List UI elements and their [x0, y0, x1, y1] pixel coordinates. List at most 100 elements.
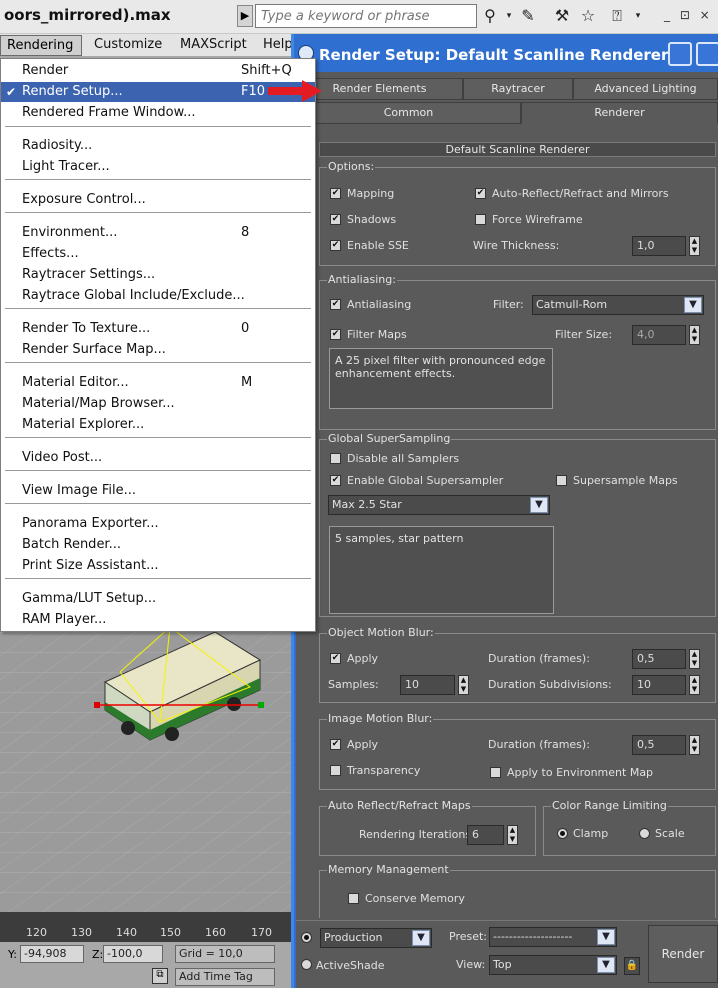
apply-env-map-checkbox[interactable]	[490, 767, 501, 778]
lock-icon[interactable]: 🔒	[624, 957, 640, 975]
chevron-down-icon[interactable]: ▼	[412, 930, 430, 946]
render-button[interactable]: Render	[648, 925, 718, 983]
menu-item[interactable]: Panorama Exporter...	[1, 514, 315, 534]
subdivisions-spinner[interactable]: 10	[632, 675, 686, 695]
perspective-viewport[interactable]	[0, 632, 292, 912]
subdivisions-spin-arrows[interactable]: ▲ ▼	[689, 675, 700, 695]
menu-item[interactable]: Material/Map Browser...	[1, 394, 315, 414]
menu-item[interactable]: Material Explorer...	[1, 415, 315, 435]
z-coordinate-field[interactable]: -100,0	[103, 945, 163, 963]
menu-separator	[5, 212, 311, 213]
chevron-down-icon[interactable]: ▼	[684, 297, 702, 313]
menu-item[interactable]: RAM Player...	[1, 610, 315, 630]
preset-dropdown[interactable]: -------------------- ▼	[489, 927, 617, 947]
rendering-iterations-spin-arrows[interactable]: ▲ ▼	[507, 825, 518, 845]
menu-item-label: Rendered Frame Window...	[22, 105, 196, 120]
menu-item[interactable]: Raytracer Settings...	[1, 265, 315, 285]
chevron-down-icon[interactable]: ▼	[597, 957, 615, 973]
production-radio[interactable]	[301, 932, 312, 943]
chevron-down-icon[interactable]: ▼	[597, 929, 615, 945]
y-coordinate-field[interactable]: -94,908	[20, 945, 84, 963]
conserve-memory-checkbox[interactable]	[348, 893, 359, 904]
view-dropdown[interactable]: Top ▼	[489, 955, 617, 975]
menu-help[interactable]: Help	[263, 37, 293, 52]
play-arrow-icon[interactable]: ▶	[237, 5, 253, 27]
menu-item[interactable]: View Image File...	[1, 481, 315, 501]
star-icon[interactable]: ☆	[578, 7, 598, 25]
view-value: Top	[493, 958, 512, 971]
object-blur-duration-spinner[interactable]: 0,5	[632, 649, 686, 669]
help-chevron-icon[interactable]: ▾	[628, 7, 648, 25]
maximize-button[interactable]	[696, 42, 718, 66]
tab-common[interactable]: Common	[296, 102, 521, 124]
tab-advanced-lighting[interactable]: Advanced Lighting	[573, 78, 718, 100]
enable-global-supersampler-label: Enable Global Supersampler	[347, 474, 504, 487]
menu-item[interactable]: Environment... 8	[1, 223, 315, 243]
antialiasing-checkbox[interactable]: ✔	[330, 299, 341, 310]
viewport-grid	[0, 632, 292, 912]
window-controls[interactable]: _ ⊡ ×	[664, 8, 713, 22]
time-tag-icon[interactable]: ⧉	[152, 968, 168, 984]
help-icon[interactable]: ⍰	[607, 7, 627, 25]
tab-renderer[interactable]: Renderer	[521, 102, 718, 124]
menu-item[interactable]: Effects...	[1, 244, 315, 264]
image-blur-duration-spinner[interactable]: 0,5	[632, 735, 686, 755]
menu-item[interactable]: Video Post...	[1, 448, 315, 468]
supersample-maps-checkbox[interactable]	[556, 475, 567, 486]
rendering-iterations-spinner[interactable]: 6	[467, 825, 504, 845]
search-input[interactable]	[255, 4, 477, 28]
menu-item[interactable]: Render To Texture... 0	[1, 319, 315, 339]
object-blur-apply-checkbox[interactable]: ✔	[330, 653, 341, 664]
mapping-checkbox[interactable]: ✔	[330, 188, 341, 199]
production-dropdown[interactable]: Production ▼	[320, 928, 432, 948]
shadows-checkbox[interactable]: ✔	[330, 214, 341, 225]
force-wireframe-checkbox[interactable]	[475, 214, 486, 225]
menu-maxscript[interactable]: MAXScript	[180, 37, 247, 52]
wire-thickness-spin-arrows[interactable]: ▲ ▼	[689, 236, 700, 256]
filter-dropdown[interactable]: Catmull-Rom ▼	[532, 295, 704, 315]
file-title: oors_mirrored).max	[4, 6, 171, 24]
object-blur-duration-spin-arrows[interactable]: ▲ ▼	[689, 649, 700, 669]
binoculars-icon[interactable]: ⚲	[480, 7, 500, 25]
menu-item[interactable]: Print Size Assistant...	[1, 556, 315, 576]
filter-size-spinner[interactable]: 4,0	[632, 325, 686, 345]
activeshade-radio[interactable]	[301, 959, 312, 970]
add-time-tag-button[interactable]: Add Time Tag	[175, 968, 275, 986]
disable-samplers-checkbox[interactable]	[330, 453, 341, 464]
samples-spin-arrows[interactable]: ▲ ▼	[458, 675, 469, 695]
image-blur-apply-checkbox[interactable]: ✔	[330, 739, 341, 750]
menu-item[interactable]: Render Surface Map...	[1, 340, 315, 360]
timeline-ruler[interactable]: 120 130 140 150 160 170	[0, 912, 292, 942]
menu-item-label: Light Tracer...	[22, 159, 110, 174]
menu-rendering[interactable]: Rendering	[0, 35, 82, 56]
link-icon[interactable]: ⚒	[552, 7, 572, 25]
menu-item[interactable]: Gamma/LUT Setup...	[1, 589, 315, 609]
menu-item[interactable]: Radiosity...	[1, 136, 315, 156]
menu-item[interactable]: Light Tracer...	[1, 157, 315, 177]
menu-customize[interactable]: Customize	[94, 37, 162, 52]
tab-raytracer[interactable]: Raytracer	[463, 78, 573, 100]
clamp-radio[interactable]	[557, 828, 568, 839]
samples-spinner[interactable]: 10	[400, 675, 455, 695]
transparency-checkbox[interactable]	[330, 765, 341, 776]
enable-sse-checkbox[interactable]: ✔	[330, 240, 341, 251]
chevron-down-icon[interactable]: ▾	[499, 7, 519, 25]
auto-reflect-checkbox[interactable]: ✔	[475, 188, 486, 199]
enable-global-supersampler-checkbox[interactable]: ✔	[330, 475, 341, 486]
menu-item[interactable]: Exposure Control...	[1, 190, 315, 210]
wire-thickness-spinner[interactable]: 1,0	[632, 236, 686, 256]
menu-item[interactable]: Rendered Frame Window...	[1, 103, 315, 123]
menu-item[interactable]: Material Editor... M	[1, 373, 315, 393]
wrench-icon[interactable]: ✎	[518, 7, 538, 25]
status-bar: Y: -94,908 Z: -100,0 Grid = 10,0 ⧉ Add T…	[0, 942, 292, 988]
image-blur-duration-spin-arrows[interactable]: ▲ ▼	[689, 735, 700, 755]
scale-radio[interactable]	[639, 828, 650, 839]
menu-item[interactable]: Raytrace Global Include/Exclude...	[1, 286, 315, 306]
minimize-button[interactable]	[668, 42, 692, 66]
sampler-dropdown[interactable]: Max 2.5 Star ▼	[328, 495, 550, 515]
filter-maps-checkbox[interactable]: ✔	[330, 329, 341, 340]
chevron-down-icon[interactable]: ▼	[530, 497, 548, 513]
menu-item[interactable]: Batch Render...	[1, 535, 315, 555]
filter-size-spin-arrows[interactable]: ▲ ▼	[689, 325, 700, 345]
rollout-header[interactable]: Default Scanline Renderer	[319, 142, 716, 157]
